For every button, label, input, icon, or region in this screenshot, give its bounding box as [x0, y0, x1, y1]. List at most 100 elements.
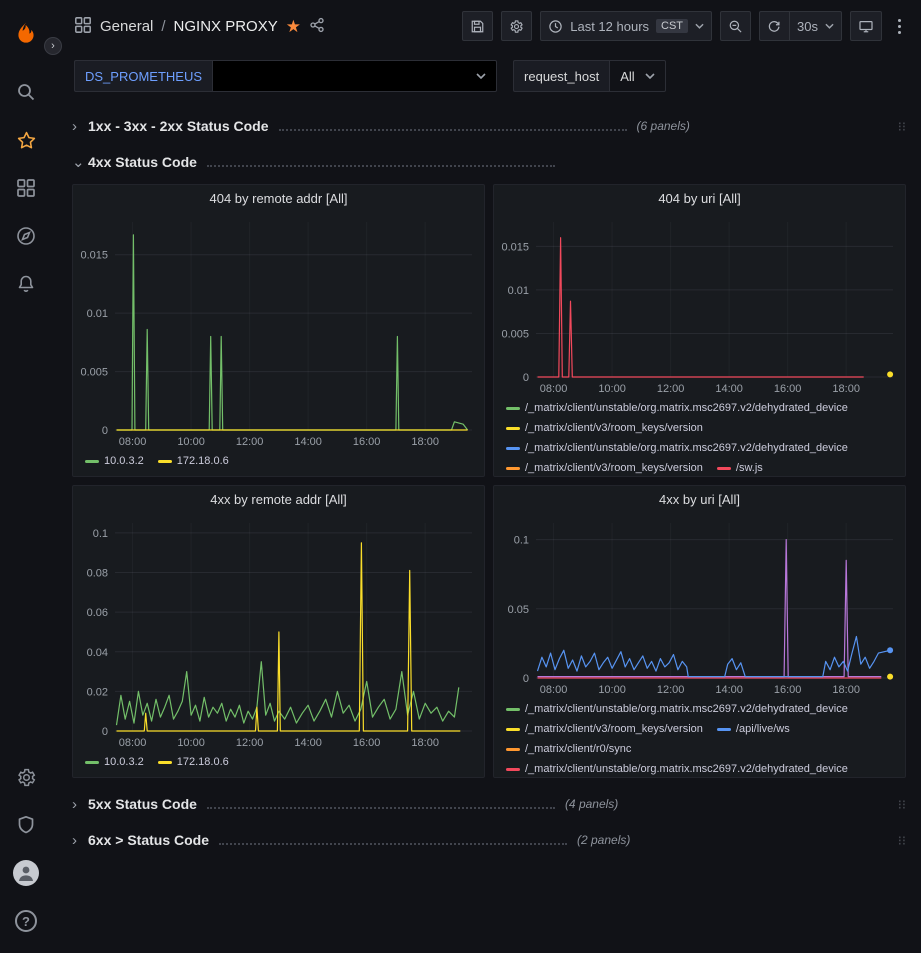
timeseries-chart[interactable]: 00.0050.010.01508:0010:0012:0014:0016:00… [494, 212, 905, 397]
legend-item[interactable]: /_matrix/client/v3/room_keys/version [506, 720, 703, 738]
monitor-icon [858, 19, 874, 34]
panel-title[interactable]: 4xx by uri [All] [494, 486, 905, 513]
time-range-picker[interactable]: Last 12 hours CST [540, 11, 712, 41]
shield-icon [16, 815, 36, 835]
grafana-logo[interactable] [6, 14, 46, 54]
sidebar-item-server-admin[interactable] [6, 805, 46, 845]
legend-item[interactable]: 10.0.3.2 [85, 753, 144, 771]
kebab-menu[interactable] [890, 13, 909, 40]
legend-item[interactable]: /_matrix/client/v3/room_keys/version [506, 459, 703, 477]
legend-series-marker [506, 708, 520, 711]
tv-mode-button[interactable] [850, 11, 882, 41]
panel-title[interactable]: 404 by uri [All] [494, 185, 905, 212]
legend-item[interactable]: /_matrix/client/r0/sync [506, 740, 631, 758]
dashboard-title[interactable]: NGINX PROXY [174, 18, 278, 35]
legend-series-label: 172.18.0.6 [177, 753, 229, 771]
chevron-down-icon [476, 73, 486, 79]
dashboard-body: › 1xx - 3xx - 2xx Status Code (6 panels)… [52, 102, 921, 953]
svg-text:16:00: 16:00 [353, 737, 381, 749]
zoom-out-time-button[interactable] [720, 11, 751, 41]
variable-label: DS_PROMETHEUS [74, 60, 212, 92]
svg-text:0: 0 [102, 425, 108, 437]
svg-text:0.005: 0.005 [80, 367, 108, 379]
refresh-button[interactable] [759, 11, 789, 41]
save-dashboard-button[interactable] [462, 11, 493, 41]
time-range-label: Last 12 hours [570, 19, 649, 34]
svg-text:10:00: 10:00 [598, 383, 626, 395]
panel-title[interactable]: 4xx by remote addr [All] [73, 486, 484, 513]
refresh-interval-dropdown[interactable]: 30s [789, 11, 842, 41]
row-drag-handle[interactable]: ⁝⁝ [898, 837, 906, 844]
legend-series-label: /_matrix/client/r0/sync [525, 740, 631, 758]
row-collapse-chevron[interactable]: › [72, 832, 88, 849]
row-collapse-chevron[interactable]: › [72, 796, 88, 813]
row-header-6xx[interactable]: › 6xx > Status Code (2 panels) ⁝⁝ [72, 826, 906, 854]
share-icon[interactable] [309, 17, 325, 36]
settings-gear-icon [509, 19, 524, 34]
legend-series-marker [506, 427, 520, 430]
row-header-4xx[interactable]: ⌄ 4xx Status Code [72, 148, 906, 176]
row-title: 5xx Status Code [88, 796, 197, 812]
row-panel-count: (6 panels) [637, 119, 690, 133]
svg-text:0.04: 0.04 [87, 647, 108, 659]
sidebar-item-starred[interactable] [6, 120, 46, 160]
refresh-button-group: 30s [759, 11, 842, 41]
sidebar-item-alerting[interactable] [6, 264, 46, 304]
timeseries-chart[interactable]: 00.020.040.060.080.108:0010:0012:0014:00… [73, 513, 484, 751]
legend-item[interactable]: 172.18.0.6 [158, 452, 229, 470]
row-header-1xx-3xx-2xx[interactable]: › 1xx - 3xx - 2xx Status Code (6 panels)… [72, 112, 906, 140]
svg-text:0.05: 0.05 [508, 604, 529, 616]
refresh-interval-label: 30s [797, 19, 818, 34]
chart-legend: 10.0.3.2 172.18.0.6 [73, 450, 484, 476]
sidebar-expand-button[interactable]: › [44, 37, 62, 55]
chart-svg: 00.0050.010.01508:0010:0012:0014:0016:00… [73, 212, 484, 450]
legend-item[interactable]: /api/live/ws [717, 720, 790, 738]
star-dashboard-icon[interactable]: ★ [286, 18, 301, 35]
legend-series-label: 172.18.0.6 [177, 452, 229, 470]
compass-icon [16, 226, 36, 246]
timeseries-chart[interactable]: 00.0050.010.01508:0010:0012:0014:0016:00… [73, 212, 484, 450]
legend-series-marker [158, 460, 172, 463]
svg-text:18:00: 18:00 [832, 684, 860, 696]
row-drag-handle[interactable]: ⁝⁝ [898, 801, 906, 808]
variable-value-select[interactable]: All [609, 60, 665, 92]
grafana-flame-icon [13, 21, 39, 47]
row-header-5xx[interactable]: › 5xx Status Code (4 panels) ⁝⁝ [72, 790, 906, 818]
sidebar-item-help[interactable]: ? [6, 901, 46, 941]
legend-item[interactable]: 10.0.3.2 [85, 452, 144, 470]
svg-text:0: 0 [523, 372, 529, 384]
legend-item[interactable]: 172.18.0.6 [158, 753, 229, 771]
sidebar-item-explore[interactable] [6, 216, 46, 256]
row-collapse-chevron[interactable]: ⌄ [72, 153, 88, 171]
timeseries-chart[interactable]: 00.050.108:0010:0012:0014:0016:0018:00 [494, 513, 905, 698]
panel-404-by-uri: 404 by uri [All] 00.0050.010.01508:0010:… [493, 184, 906, 477]
legend-series-label: /sw.js [736, 459, 763, 477]
legend-series-label: /_matrix/client/v3/room_keys/version [525, 419, 703, 437]
dashboard-settings-button[interactable] [501, 11, 532, 41]
panel-404-by-remote-addr: 404 by remote addr [All] 00.0050.010.015… [72, 184, 485, 477]
sidebar-item-configuration[interactable] [6, 757, 46, 797]
svg-text:12:00: 12:00 [236, 737, 264, 749]
legend-series-label: 10.0.3.2 [104, 452, 144, 470]
chart-svg: 00.0050.010.01508:0010:0012:0014:0016:00… [494, 212, 905, 397]
legend-item[interactable]: /_matrix/client/unstable/org.matrix.msc2… [506, 700, 848, 718]
legend-item[interactable]: /_matrix/client/unstable/org.matrix.msc2… [506, 439, 848, 457]
legend-item[interactable]: /_matrix/client/unstable/org.matrix.msc2… [506, 399, 848, 417]
sidebar-item-search[interactable] [6, 72, 46, 112]
panel-title[interactable]: 404 by remote addr [All] [73, 185, 484, 212]
sidebar-item-dashboards[interactable] [6, 168, 46, 208]
variable-value: All [620, 69, 634, 84]
svg-text:0.01: 0.01 [87, 308, 108, 320]
legend-item[interactable]: /_matrix/client/unstable/org.matrix.msc2… [506, 760, 848, 778]
legend-item[interactable]: /sw.js [717, 459, 763, 477]
breadcrumb-folder[interactable]: General [100, 18, 153, 35]
variable-value-select[interactable] [212, 60, 497, 92]
dashboards-icon [74, 16, 92, 37]
svg-text:12:00: 12:00 [657, 383, 685, 395]
apps-icon [16, 178, 36, 198]
legend-series-marker [506, 407, 520, 410]
row-drag-handle[interactable]: ⁝⁝ [898, 123, 906, 130]
row-collapse-chevron[interactable]: › [72, 118, 88, 135]
legend-item[interactable]: /_matrix/client/v3/room_keys/version [506, 419, 703, 437]
sidebar-item-profile[interactable] [6, 853, 46, 893]
